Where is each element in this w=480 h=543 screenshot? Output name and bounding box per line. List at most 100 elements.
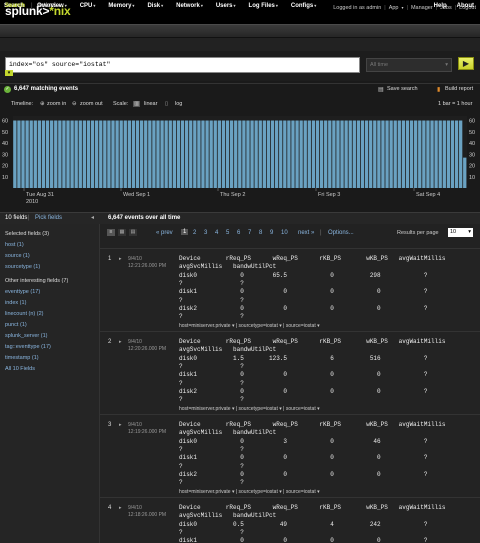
manager-link[interactable]: Manager xyxy=(411,5,433,11)
event-raw-line: disk1 0 0 0 0 ? xyxy=(179,454,428,462)
event-row[interactable]: 3 ▸ 9/4/10 12:19:26.000 PM Device rReq_PS wR… xyxy=(100,414,480,497)
help-link[interactable]: Help xyxy=(434,3,447,9)
all-fields-link[interactable]: All 10 Fields xyxy=(5,366,35,372)
timeline-chart[interactable]: 10 10 20 20 30 30 40 40 50 50 60 60 Tue Aug 31 2010 We… xyxy=(0,112,480,212)
page-10[interactable]: 10 xyxy=(281,230,288,236)
save-search-button[interactable]: Save search xyxy=(387,86,418,92)
page-2[interactable]: 2 xyxy=(193,230,196,236)
timeline-bar xyxy=(95,120,99,188)
search-go-button[interactable]: ▶ xyxy=(458,57,474,70)
log-scale-button[interactable]: log xyxy=(175,101,182,107)
results-per-page-select[interactable]: 10 ▾ xyxy=(448,228,473,237)
timeline-bar xyxy=(62,120,66,188)
field-index[interactable]: index (1) xyxy=(5,300,26,306)
search-assistant-toggle[interactable]: ▾ xyxy=(5,70,13,76)
y-tick-label-left: 20 xyxy=(2,164,8,170)
page-4[interactable]: 4 xyxy=(215,230,218,236)
results-summary: 6,647 events over all time xyxy=(108,215,181,221)
nav-users[interactable]: Users▾ xyxy=(216,3,236,9)
x-tick-label: Tue Aug 31 xyxy=(26,192,54,198)
field-punct[interactable]: punct (1) xyxy=(5,322,27,328)
timeline-bar xyxy=(250,120,254,188)
event-row[interactable]: 2 ▸ 9/4/10 12:20:26.000 PM Device rReq_PS wR… xyxy=(100,331,480,414)
scale-label: Scale: xyxy=(113,101,129,107)
zoom-out-button[interactable]: zoom out xyxy=(80,101,103,107)
expand-event-icon[interactable]: ▸ xyxy=(119,422,122,428)
timeline-bar xyxy=(450,120,455,188)
table-view-icon[interactable]: ▦ xyxy=(118,229,126,236)
pick-fields-link[interactable]: Pick fields xyxy=(35,215,62,221)
event-field-summary[interactable]: host=miniserver.private ▾ | sourcetype=i… xyxy=(179,489,320,495)
page-9[interactable]: 9 xyxy=(270,230,273,236)
x-tick-label: Fri Sep 3 xyxy=(318,192,340,198)
page-3[interactable]: 3 xyxy=(204,230,207,236)
nav-configs[interactable]: Configs▾ xyxy=(291,3,316,9)
page-8[interactable]: 8 xyxy=(259,230,262,236)
timeline-bar xyxy=(54,120,58,188)
timeline-bar xyxy=(262,120,266,188)
timeline-bar xyxy=(45,120,50,188)
about-link[interactable]: About xyxy=(457,3,474,9)
options-link[interactable]: Options... xyxy=(328,230,354,236)
linear-scale-button[interactable]: linear xyxy=(144,101,157,107)
timeline-bar xyxy=(78,120,82,188)
time-range-picker[interactable]: All time ▾ xyxy=(366,58,452,72)
nav-disk[interactable]: Disk▾ xyxy=(147,3,163,9)
timeline-bar xyxy=(426,120,430,188)
field-eventtype[interactable]: eventtype (17) xyxy=(5,289,40,295)
chevron-down-icon: ▾ xyxy=(445,62,448,68)
timeline-bar xyxy=(299,120,303,188)
field-splunk-server[interactable]: splunk_server (1) xyxy=(5,333,48,339)
zoom-in-button[interactable]: zoom in xyxy=(47,101,66,107)
timeline-bar xyxy=(459,120,463,188)
field-linecount[interactable]: linecount (n) (2) xyxy=(5,311,44,317)
nav-right-links: Help About xyxy=(434,3,474,9)
event-number: 1 xyxy=(108,256,112,262)
field-source[interactable]: source (1) xyxy=(5,253,30,259)
fields-divider: | xyxy=(28,215,30,221)
nav-network[interactable]: Network▾ xyxy=(176,3,203,9)
chevron-down-icon: ▾ xyxy=(58,3,61,8)
fields-sidebar: Selected fields (3) host (1) source (1) … xyxy=(0,224,100,543)
page-1[interactable]: 1 xyxy=(181,229,189,235)
page-5[interactable]: 5 xyxy=(226,230,229,236)
pager-divider: | xyxy=(320,230,322,236)
chevron-down-icon: ▾ xyxy=(468,229,471,235)
nav-memory[interactable]: Memory▾ xyxy=(108,3,134,9)
page-7[interactable]: 7 xyxy=(248,230,251,236)
timeline-bar xyxy=(274,120,279,188)
expand-event-icon[interactable]: ▸ xyxy=(119,339,122,345)
timeline-bar xyxy=(184,120,189,188)
actions-menu[interactable]: Actions ▾ xyxy=(37,3,60,9)
x-tick-label: 2010 xyxy=(26,199,38,205)
event-timestamp: 9/4/10 12:18:26.000 PM xyxy=(128,505,167,518)
field-timestamp[interactable]: timestamp (1) xyxy=(5,355,39,361)
event-row[interactable]: 1 ▸ 9/4/10 12:21:26.000 PM Device rReq_PS wR… xyxy=(100,248,480,331)
next-page-link[interactable]: next » xyxy=(298,230,314,236)
collapse-sidebar-icon[interactable]: ◂ xyxy=(91,214,94,221)
event-field-summary[interactable]: host=miniserver.private ▾ | sourcetype=i… xyxy=(179,406,320,412)
page-6[interactable]: 6 xyxy=(237,230,240,236)
timeline-bar xyxy=(25,120,29,188)
field-tag-eventtype[interactable]: tag::eventtype (17) xyxy=(5,344,51,350)
timeline-bar xyxy=(283,120,287,188)
field-sourcetype[interactable]: sourcetype (1) xyxy=(5,264,40,270)
timeline-bar xyxy=(119,120,123,188)
prev-page-link[interactable]: « prev xyxy=(156,230,173,236)
build-report-button[interactable]: Build report xyxy=(445,86,473,92)
expand-event-icon[interactable]: ▸ xyxy=(119,256,122,262)
nav-cpu[interactable]: CPU▾ xyxy=(80,3,96,9)
timeline-bar xyxy=(99,120,103,188)
event-raw-line: avgSvcMillis bandwUtilPct xyxy=(179,263,277,271)
app-menu-link[interactable]: App xyxy=(389,5,399,11)
search-input[interactable]: index="os" source="iostat" xyxy=(5,57,360,73)
timeline-bar xyxy=(328,120,332,188)
timeline-bar xyxy=(86,120,91,188)
field-host[interactable]: host (1) xyxy=(5,242,24,248)
list-view-icon[interactable]: ≡ xyxy=(107,229,115,236)
event-field-summary[interactable]: host=miniserver.private ▾ | sourcetype=i… xyxy=(179,323,320,329)
raw-view-icon[interactable]: ▤ xyxy=(129,229,137,236)
event-row[interactable]: 4 ▸ 9/4/10 12:18:26.000 PM Device rReq_PS wR… xyxy=(100,497,480,543)
nav-log-files[interactable]: Log Files▾ xyxy=(249,3,278,9)
expand-event-icon[interactable]: ▸ xyxy=(119,505,122,511)
